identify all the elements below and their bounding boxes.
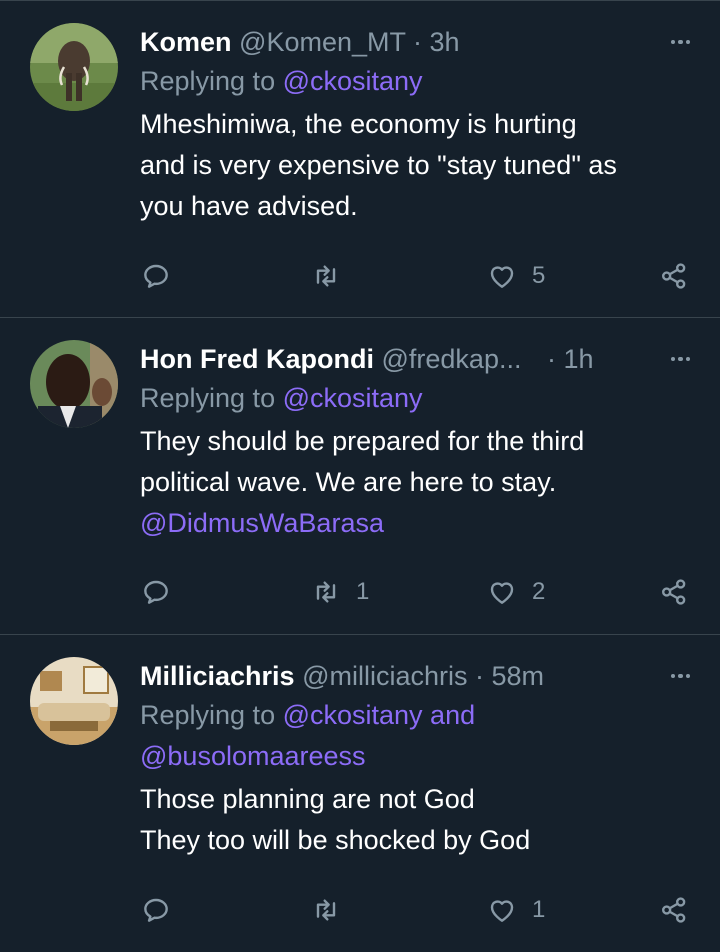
avatar[interactable] — [30, 657, 118, 745]
tweet-actions: 1 — [140, 890, 700, 930]
tweet-header: Hon Fred Kapondi @fredkap... · 1h — [140, 340, 700, 378]
tweet-text-line: Those planning are not God — [140, 784, 475, 814]
avatar[interactable] — [30, 340, 118, 428]
reply-icon — [144, 898, 168, 922]
reply-thread: Komen @Komen_MT · 3h Replying to @ckosit… — [0, 0, 720, 952]
replying-to-link[interactable]: @ckositany — [283, 383, 423, 413]
share-button[interactable] — [658, 256, 690, 296]
tweet-text-line: They should be prepared for the third — [140, 426, 585, 456]
heart-icon — [490, 266, 514, 288]
tweet-actions: 5 — [140, 256, 700, 296]
share-icon — [662, 579, 686, 605]
reply-button[interactable] — [140, 890, 172, 930]
user-handle[interactable]: @milliciachris — [302, 661, 467, 691]
retweet-icon — [316, 265, 336, 287]
tweet-text: They should be prepared for the third po… — [140, 421, 700, 544]
timestamp[interactable]: · 58m — [475, 661, 544, 691]
like-button[interactable]: 2 — [486, 572, 545, 612]
replying-to-link-extra[interactable]: @busolomaareess — [140, 736, 700, 777]
avatar-portrait-image — [30, 340, 118, 428]
retweet-icon — [316, 899, 336, 921]
tweet-content: Komen @Komen_MT · 3h Replying to @ckosit… — [140, 23, 700, 227]
tweet-text-line: you have advised. — [140, 191, 358, 221]
more-dots-icon[interactable] — [670, 23, 690, 61]
tweet-text: Mheshimiwa, the economy is hurting and i… — [140, 104, 700, 227]
replying-to: Replying to @ckositany — [140, 378, 700, 419]
share-icon — [662, 897, 686, 923]
replying-prefix: Replying to — [140, 383, 283, 413]
reply-button[interactable] — [140, 256, 172, 296]
share-icon — [662, 263, 686, 289]
tweet-header: Komen @Komen_MT · 3h — [140, 23, 700, 61]
like-button[interactable]: 5 — [486, 256, 545, 296]
replying-to: Replying to @ckositany and — [140, 695, 700, 736]
reply-button[interactable] — [140, 572, 172, 612]
tweet-text-line: They too will be shocked by God — [140, 825, 531, 855]
retweet-button[interactable] — [310, 256, 356, 296]
tweet-card[interactable]: Milliciachris @milliciachris · 58m Reply… — [0, 635, 720, 952]
tweet-text-line: and is very expensive to "stay tuned" as — [140, 150, 617, 180]
retweet-icon — [316, 581, 336, 603]
display-name[interactable]: Komen — [140, 27, 232, 57]
replying-prefix: Replying to — [140, 66, 283, 96]
reply-icon — [144, 264, 168, 288]
share-button[interactable] — [658, 572, 690, 612]
mention-link[interactable]: @DidmusWaBarasa — [140, 503, 700, 544]
replying-to: Replying to @ckositany — [140, 61, 700, 102]
tweet-actions: 1 2 — [140, 572, 700, 612]
tweet-card[interactable]: Komen @Komen_MT · 3h Replying to @ckosit… — [0, 0, 720, 318]
avatar-room-image — [30, 657, 118, 745]
more-dots-icon[interactable] — [670, 657, 690, 695]
replying-to-link[interactable]: @ckositany — [283, 66, 423, 96]
more-dots-icon[interactable] — [670, 340, 690, 378]
like-count: 5 — [532, 262, 546, 289]
timestamp[interactable]: · 3h — [413, 27, 460, 57]
tweet-text-line: Mheshimiwa, the economy is hurting — [140, 109, 577, 139]
avatar[interactable] — [30, 23, 118, 111]
display-name[interactable]: Hon Fred Kapondi — [140, 344, 374, 374]
reply-icon — [144, 580, 168, 604]
tweet-content: Milliciachris @milliciachris · 58m Reply… — [140, 657, 700, 861]
share-button[interactable] — [658, 890, 690, 930]
tweet-text-line: political wave. We are here to stay. — [140, 467, 557, 497]
tweet-header: Milliciachris @milliciachris · 58m — [140, 657, 700, 695]
tweet-text: Those planning are not God They too will… — [140, 779, 700, 861]
heart-icon — [490, 900, 514, 922]
retweet-count: 1 — [356, 578, 370, 605]
replying-to-link[interactable]: @ckositany and — [283, 700, 476, 730]
user-handle[interactable]: @fredkap... — [382, 344, 522, 374]
heart-icon — [490, 582, 514, 604]
retweet-button[interactable] — [310, 890, 356, 930]
display-name[interactable]: Milliciachris — [140, 661, 295, 691]
replying-prefix: Replying to — [140, 700, 283, 730]
like-button[interactable]: 1 — [486, 890, 545, 930]
avatar-elephant-image — [30, 23, 118, 111]
tweet-content: Hon Fred Kapondi @fredkap... · 1h Replyi… — [140, 340, 700, 544]
like-count: 2 — [532, 578, 546, 605]
retweet-button[interactable]: 1 — [310, 572, 369, 612]
tweet-card[interactable]: Hon Fred Kapondi @fredkap... · 1h Replyi… — [0, 318, 720, 635]
user-handle[interactable]: @Komen_MT — [239, 27, 405, 57]
like-count: 1 — [532, 896, 546, 923]
timestamp[interactable]: · 1h — [547, 344, 594, 374]
